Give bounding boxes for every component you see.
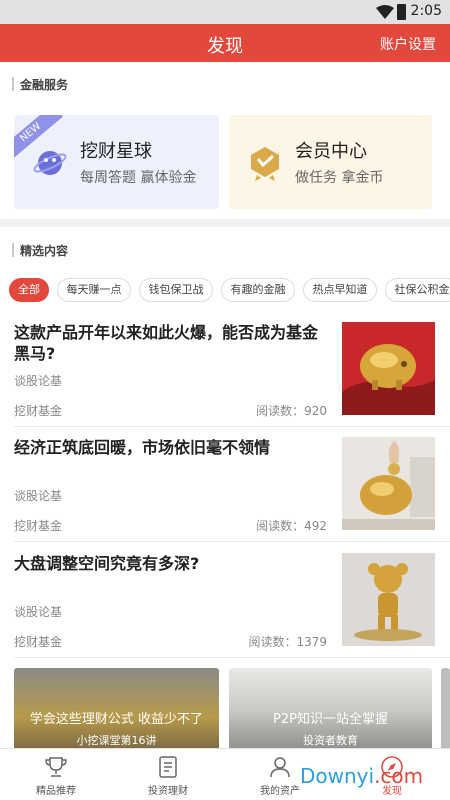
card-subtitle: 每周答题 赢体验金 [80,170,197,186]
tab-investment[interactable]: 投资理财 [112,749,224,800]
promo-subtitle: 小挖课堂第16讲 [76,734,157,747]
promo-next-peek[interactable] [441,668,450,748]
article-title: 经济正筑底回暖，市场依旧毫不领情 [14,438,271,457]
category-chips: 全部 每天赚一点 钱包保卫战 有趣的金融 热点早知道 社保公积金 [0,278,450,304]
article-source: 挖财基金 [14,635,63,649]
article-item[interactable]: 这款产品开年以来如此火爆，能否成为基金黑马? 谈股论基 挖财基金 阅读数：920 [0,322,450,438]
chip-earn-daily[interactable]: 每天赚一点 [57,278,131,302]
discover-content[interactable]: 金融服务 NEW 挖财星球 每周答题 赢体验金 会员中心 做任务 拿金币 精选内… [0,62,450,748]
promo-title: 学会这些理财公式 收益少不了 [29,712,204,727]
tab-label: 投资理财 [148,786,188,797]
card-subtitle: 做任务 拿金币 [295,170,384,186]
article-category: 谈股论基 [14,374,63,388]
article-category: 谈股论基 [14,489,63,503]
promo-finance-formula[interactable]: 学会这些理财公式 收益少不了 小挖课堂第16讲 [14,668,219,748]
chip-hot-news[interactable]: 热点早知道 [303,278,377,302]
status-bar: 2:05 [0,0,450,24]
wifi-icon [376,5,394,19]
tab-label: 精品推荐 [36,786,76,797]
section-marker [12,243,14,257]
section-marker [12,77,14,91]
article-category: 谈股论基 [14,605,63,619]
app-bar: 发现 账户设置 [0,24,450,62]
article-item[interactable]: 经济正筑底回暖，市场依旧毫不领情 谈股论基 挖财基金 阅读数：492 [0,437,450,553]
planet-icon [33,151,67,175]
status-time: 2:05 [410,3,442,19]
gold-figure-image [342,553,435,646]
article-read-count: 阅读数：920 [256,404,327,418]
article-read-count: 阅读数：492 [256,519,327,533]
chip-all[interactable]: 全部 [9,278,49,302]
chip-social-security[interactable]: 社保公积金 [385,278,450,302]
article-read-count: 阅读数：1379 [248,635,327,649]
financial-services-heading: 金融服务 [20,78,69,92]
watermark-suffix: .com [374,764,424,788]
featured-heading: 精选内容 [20,244,69,258]
watermark-text: Downyi [300,764,375,788]
financial-services-header: 金融服务 [0,70,450,98]
article-title: 这款产品开年以来如此火爆，能否成为基金黑马? [14,323,319,363]
promo-p2p-knowledge[interactable]: P2P知识一站全掌握 投资者教育 [229,668,432,748]
article-divider [14,657,450,658]
chip-fun-finance[interactable]: 有趣的金融 [221,278,295,302]
card-title: 会员中心 [295,141,367,162]
card-title: 挖财星球 [80,141,152,162]
tab-featured-recommend[interactable]: 精品推荐 [0,749,112,800]
user-icon [270,757,290,778]
article-divider [14,426,450,427]
article-source: 挖财基金 [14,519,63,533]
wacai-planet-card[interactable]: NEW 挖财星球 每周答题 赢体验金 [14,115,219,209]
article-item[interactable]: 大盘调整空间究竟有多深? 谈股论基 挖财基金 阅读数：1379 [0,553,450,669]
article-divider [14,541,450,542]
featured-header: 精选内容 [0,236,450,264]
account-settings-button[interactable]: 账户设置 [380,34,436,54]
section-divider [0,219,450,227]
article-title: 大盘调整空间究竟有多深? [14,554,200,573]
promo-title: P2P知识一站全掌握 [273,712,388,727]
document-icon [159,756,177,778]
coin-piggy-bank-image [342,437,435,530]
battery-icon [397,4,406,20]
downyi-watermark: Downyi.com [300,764,423,788]
member-center-card[interactable]: 会员中心 做任务 拿金币 [229,115,432,209]
article-source: 挖财基金 [14,404,63,418]
promo-subtitle: 投资者教育 [303,734,358,747]
trophy-icon [45,757,67,777]
chip-wallet-defense[interactable]: 钱包保卫战 [139,278,213,302]
member-badge-icon [251,147,279,181]
gold-piggy-bank-image [342,322,435,415]
